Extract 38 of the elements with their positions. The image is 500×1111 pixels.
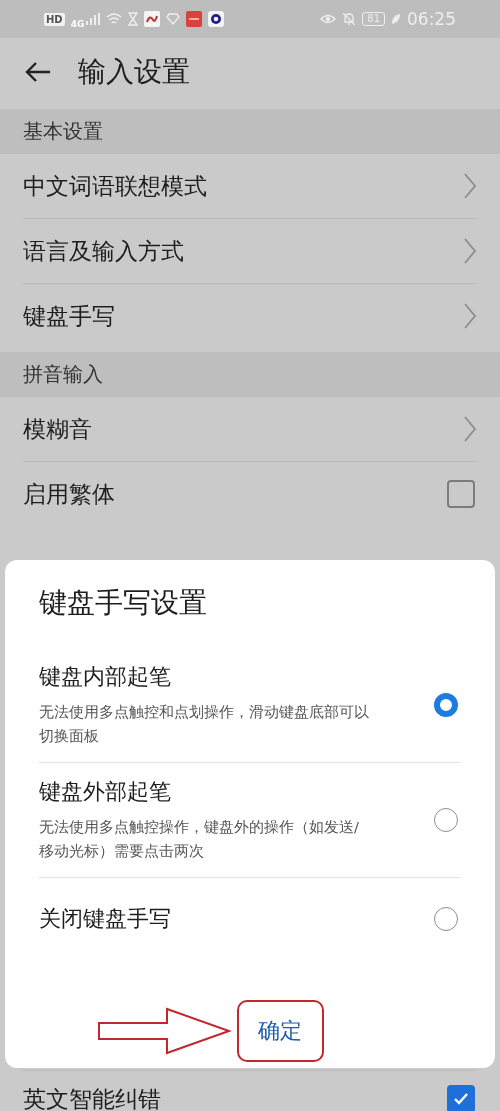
option-label[interactable]: 关闭键盘手写 <box>39 904 369 934</box>
option-label[interactable]: 键盘外部起笔 <box>39 777 369 807</box>
setting-label[interactable]: 模糊音 <box>23 413 92 445</box>
section-header: 拼音输入 <box>0 352 500 397</box>
network-label: 4G <box>70 19 85 29</box>
app-icon <box>186 11 203 27</box>
option-label[interactable]: 键盘内部起笔 <box>39 662 369 692</box>
check-icon <box>453 1092 469 1106</box>
chevron-right-icon <box>463 302 477 330</box>
chevron-right-icon <box>463 415 477 443</box>
setting-label[interactable]: 英文智能纠错 <box>23 1083 161 1111</box>
checkbox[interactable] <box>447 480 475 508</box>
annotation-arrow-icon <box>96 1006 233 1056</box>
checkbox[interactable] <box>447 1085 475 1111</box>
bell-muted-icon <box>342 12 357 26</box>
hourglass-icon <box>128 12 139 26</box>
diamond-icon <box>166 13 181 25</box>
app-icon <box>208 11 225 27</box>
setting-label[interactable]: 语言及输入方式 <box>23 235 184 267</box>
setting-label[interactable]: 键盘手写 <box>23 300 115 332</box>
dialog-title: 键盘手写设置 <box>39 585 208 621</box>
eye-icon <box>320 13 337 25</box>
option-description: 无法使用多点触控和点划操作，滑动键盘底部可以切换面板 <box>39 703 369 746</box>
leaf-icon <box>391 13 401 25</box>
chevron-right-icon <box>463 172 477 200</box>
app-icon <box>144 11 161 27</box>
confirm-button[interactable]: 确定 <box>236 1000 324 1062</box>
setting-label[interactable]: 启用繁体 <box>23 478 115 510</box>
page-title: 输入设置 <box>78 53 190 90</box>
radio-button[interactable] <box>434 693 458 717</box>
option-description: 无法使用多点触控操作，键盘外的操作（如发送/移动光标）需要点击两次 <box>39 818 360 861</box>
signal-icon <box>86 13 101 25</box>
chevron-right-icon <box>463 237 477 265</box>
wifi-icon <box>106 12 123 26</box>
section-header: 基本设置 <box>0 109 500 154</box>
setting-label[interactable]: 中文词语联想模式 <box>23 170 207 202</box>
back-arrow-icon <box>24 59 52 84</box>
hd-badge: HD <box>44 12 65 26</box>
